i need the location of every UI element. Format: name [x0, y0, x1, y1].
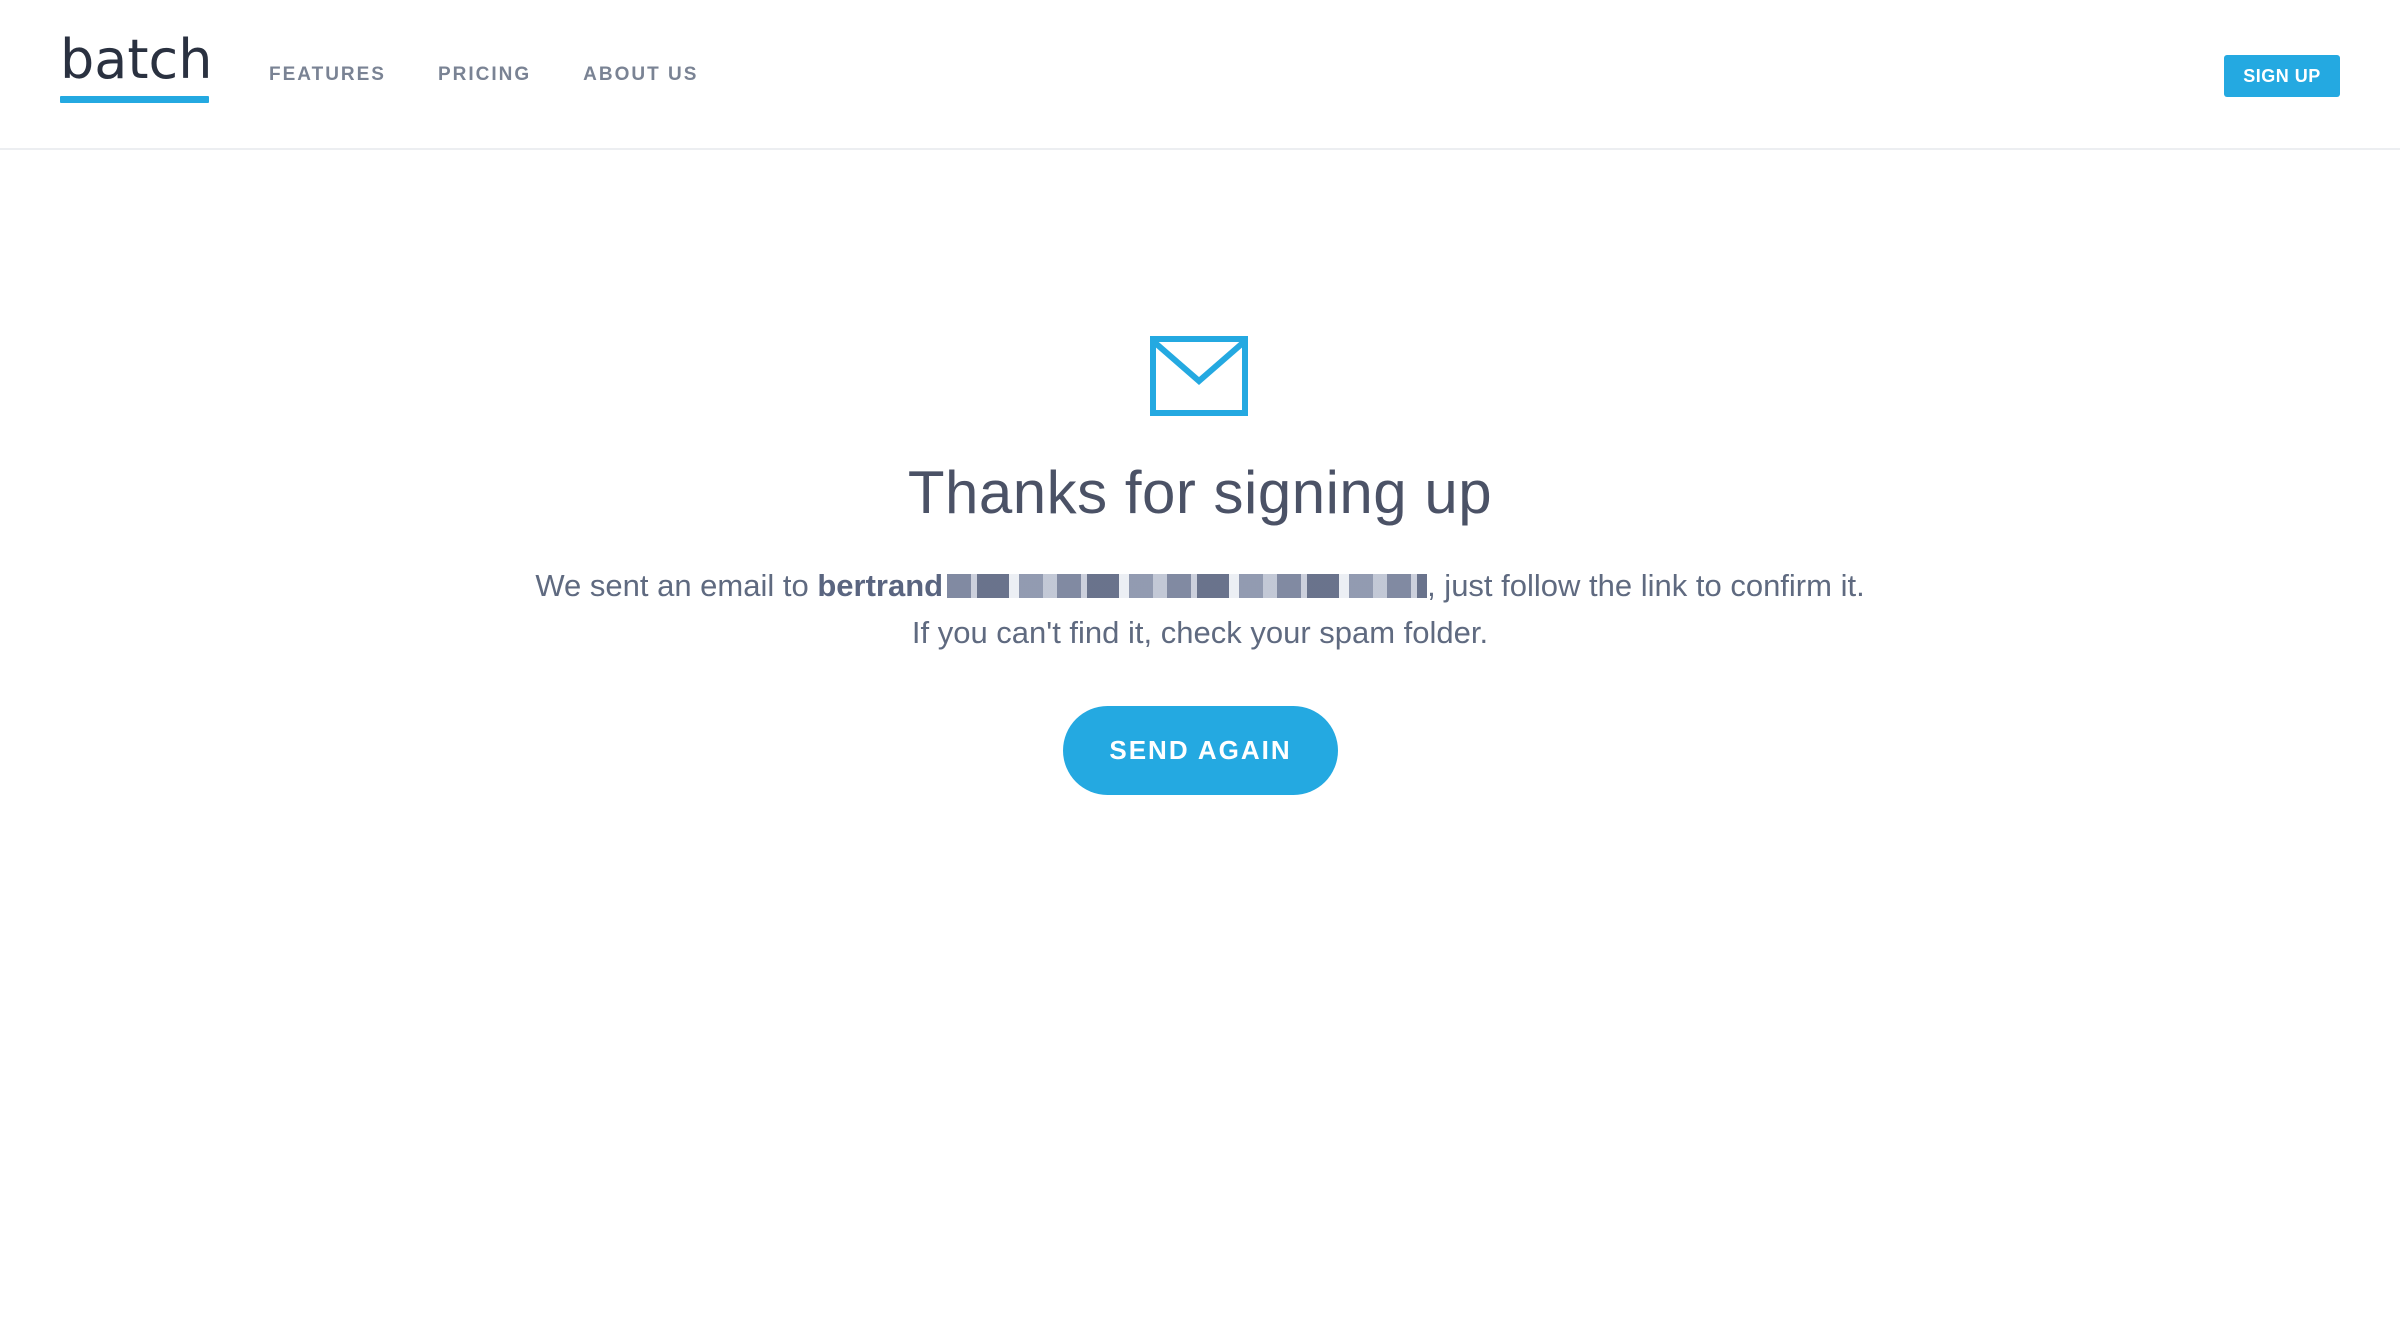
- message-suffix: , just follow the link to confirm it.: [1427, 568, 1865, 603]
- page-title: Thanks for signing up: [907, 459, 1493, 526]
- confirmation-message: We sent an email to bertrand , just follo…: [0, 562, 2400, 656]
- main-nav: FEATURES PRICING ABOUT US: [269, 64, 750, 86]
- mail-icon: [1150, 336, 1248, 416]
- logo-underline: [60, 96, 209, 103]
- sign-up-button[interactable]: SIGN UP: [2224, 55, 2340, 97]
- spam-folder-hint: If you can't find it, check your spam fo…: [911, 615, 1489, 650]
- redacted-email-block: [947, 574, 1428, 598]
- nav-link-about-us[interactable]: ABOUT US: [583, 64, 698, 86]
- send-again-button[interactable]: SEND AGAIN: [1063, 706, 1338, 795]
- top-navbar: batch FEATURES PRICING ABOUT US SIGN UP: [0, 0, 2400, 150]
- nav-link-pricing[interactable]: PRICING: [438, 64, 531, 86]
- batch-logo[interactable]: batch: [60, 30, 212, 106]
- message-prefix: We sent an email to: [535, 568, 818, 603]
- email-address: bertrand: [817, 568, 944, 603]
- nav-link-features[interactable]: FEATURES: [269, 64, 386, 86]
- logo-text: batch: [60, 28, 213, 91]
